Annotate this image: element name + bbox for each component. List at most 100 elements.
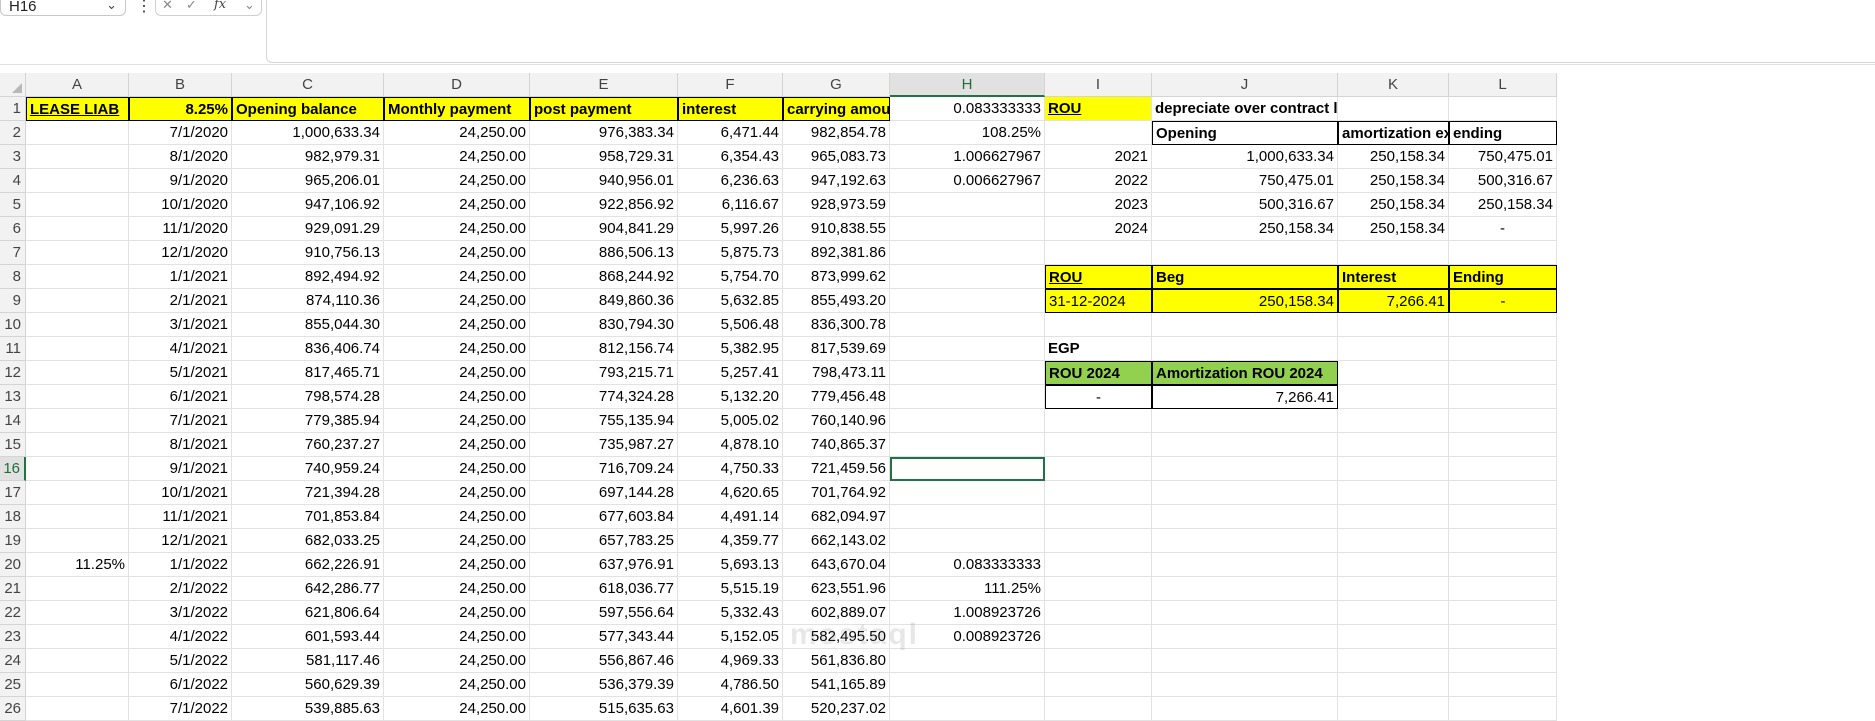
cell-g15[interactable]: 740,865.37 — [783, 433, 890, 457]
cell-d1[interactable]: Monthly payment — [384, 97, 530, 121]
cell-e5[interactable]: 922,856.92 — [530, 193, 678, 217]
cell-f20[interactable]: 5,693.13 — [678, 553, 783, 577]
cell-g5[interactable]: 928,973.59 — [783, 193, 890, 217]
cell-l1[interactable] — [1449, 97, 1557, 121]
cell-h8[interactable] — [890, 265, 1045, 289]
cell-f21[interactable]: 5,515.19 — [678, 577, 783, 601]
cell-f7[interactable]: 5,875.73 — [678, 241, 783, 265]
cell-c9[interactable]: 874,110.36 — [232, 289, 384, 313]
cell-f2[interactable]: 6,471.44 — [678, 121, 783, 145]
formula-input[interactable] — [266, 0, 1875, 63]
cell-b19[interactable]: 12/1/2021 — [129, 529, 232, 553]
column-header-d[interactable]: D — [384, 73, 530, 97]
row-header-18[interactable]: 18 — [0, 505, 26, 529]
cell-e26[interactable]: 515,635.63 — [530, 697, 678, 721]
cell-j2[interactable]: Opening — [1152, 121, 1338, 145]
cell-c14[interactable]: 779,385.94 — [232, 409, 384, 433]
cell-c26[interactable]: 539,885.63 — [232, 697, 384, 721]
cell-e9[interactable]: 849,860.36 — [530, 289, 678, 313]
cell-j10[interactable] — [1152, 313, 1338, 337]
cell-l14[interactable] — [1449, 409, 1557, 433]
cell-a14[interactable] — [26, 409, 129, 433]
cell-k9[interactable]: 7,266.41 — [1338, 289, 1449, 313]
cell-f17[interactable]: 4,620.65 — [678, 481, 783, 505]
cell-c23[interactable]: 601,593.44 — [232, 625, 384, 649]
row-header-25[interactable]: 25 — [0, 673, 26, 697]
row-header-16[interactable]: 16 — [0, 457, 26, 481]
cell-l11[interactable] — [1449, 337, 1557, 361]
cell-b24[interactable]: 5/1/2022 — [129, 649, 232, 673]
cell-f13[interactable]: 5,132.20 — [678, 385, 783, 409]
cell-b1[interactable]: 8.25% — [129, 97, 232, 121]
cell-b22[interactable]: 3/1/2022 — [129, 601, 232, 625]
cell-b6[interactable]: 11/1/2020 — [129, 217, 232, 241]
cell-g19[interactable]: 662,143.02 — [783, 529, 890, 553]
cell-j19[interactable] — [1152, 529, 1338, 553]
cell-j21[interactable] — [1152, 577, 1338, 601]
name-box[interactable]: H16 ⌄ — [0, 0, 126, 16]
cell-i11[interactable]: EGP — [1045, 337, 1152, 361]
cell-b23[interactable]: 4/1/2022 — [129, 625, 232, 649]
cell-l12[interactable] — [1449, 361, 1557, 385]
cell-g7[interactable]: 892,381.86 — [783, 241, 890, 265]
cell-j20[interactable] — [1152, 553, 1338, 577]
cell-k11[interactable] — [1338, 337, 1449, 361]
cell-a17[interactable] — [26, 481, 129, 505]
cell-f25[interactable]: 4,786.50 — [678, 673, 783, 697]
row-header-22[interactable]: 22 — [0, 601, 26, 625]
cell-j4[interactable]: 750,475.01 — [1152, 169, 1338, 193]
cell-c5[interactable]: 947,106.92 — [232, 193, 384, 217]
cell-a20[interactable]: 11.25% — [26, 553, 129, 577]
cell-k20[interactable] — [1338, 553, 1449, 577]
cell-a5[interactable] — [26, 193, 129, 217]
cell-a25[interactable] — [26, 673, 129, 697]
cell-b11[interactable]: 4/1/2021 — [129, 337, 232, 361]
cell-f3[interactable]: 6,354.43 — [678, 145, 783, 169]
cell-l23[interactable] — [1449, 625, 1557, 649]
cell-j6[interactable]: 250,158.34 — [1152, 217, 1338, 241]
cell-g13[interactable]: 779,456.48 — [783, 385, 890, 409]
cell-b15[interactable]: 8/1/2021 — [129, 433, 232, 457]
cell-d3[interactable]: 24,250.00 — [384, 145, 530, 169]
cell-a4[interactable] — [26, 169, 129, 193]
cell-l17[interactable] — [1449, 481, 1557, 505]
row-header-26[interactable]: 26 — [0, 697, 26, 721]
cell-k16[interactable] — [1338, 457, 1449, 481]
cell-c8[interactable]: 892,494.92 — [232, 265, 384, 289]
cell-b5[interactable]: 10/1/2020 — [129, 193, 232, 217]
cell-a19[interactable] — [26, 529, 129, 553]
cell-b9[interactable]: 2/1/2021 — [129, 289, 232, 313]
cell-a23[interactable] — [26, 625, 129, 649]
cell-a1[interactable]: LEASE LIAB — [26, 97, 129, 121]
cell-j5[interactable]: 500,316.67 — [1152, 193, 1338, 217]
cell-b21[interactable]: 2/1/2022 — [129, 577, 232, 601]
cell-d7[interactable]: 24,250.00 — [384, 241, 530, 265]
cell-f8[interactable]: 5,754.70 — [678, 265, 783, 289]
cell-e15[interactable]: 735,987.27 — [530, 433, 678, 457]
cell-i21[interactable] — [1045, 577, 1152, 601]
cell-l7[interactable] — [1449, 241, 1557, 265]
cell-d12[interactable]: 24,250.00 — [384, 361, 530, 385]
cell-d11[interactable]: 24,250.00 — [384, 337, 530, 361]
cell-i8[interactable]: ROU — [1045, 265, 1152, 289]
cell-k26[interactable] — [1338, 697, 1449, 721]
cell-j3[interactable]: 1,000,633.34 — [1152, 145, 1338, 169]
cell-e7[interactable]: 886,506.13 — [530, 241, 678, 265]
cell-k10[interactable] — [1338, 313, 1449, 337]
cell-l5[interactable]: 250,158.34 — [1449, 193, 1557, 217]
enter-icon[interactable]: ✓ — [186, 0, 197, 13]
cell-d24[interactable]: 24,250.00 — [384, 649, 530, 673]
cell-g26[interactable]: 520,237.02 — [783, 697, 890, 721]
cell-g12[interactable]: 798,473.11 — [783, 361, 890, 385]
cell-l24[interactable] — [1449, 649, 1557, 673]
cell-b2[interactable]: 7/1/2020 — [129, 121, 232, 145]
cell-h19[interactable] — [890, 529, 1045, 553]
cell-c25[interactable]: 560,629.39 — [232, 673, 384, 697]
cell-k24[interactable] — [1338, 649, 1449, 673]
cell-c21[interactable]: 642,286.77 — [232, 577, 384, 601]
cell-c4[interactable]: 965,206.01 — [232, 169, 384, 193]
cell-c1[interactable]: Opening balance — [232, 97, 384, 121]
cell-c7[interactable]: 910,756.13 — [232, 241, 384, 265]
cell-c17[interactable]: 721,394.28 — [232, 481, 384, 505]
row-header-6[interactable]: 6 — [0, 217, 26, 241]
